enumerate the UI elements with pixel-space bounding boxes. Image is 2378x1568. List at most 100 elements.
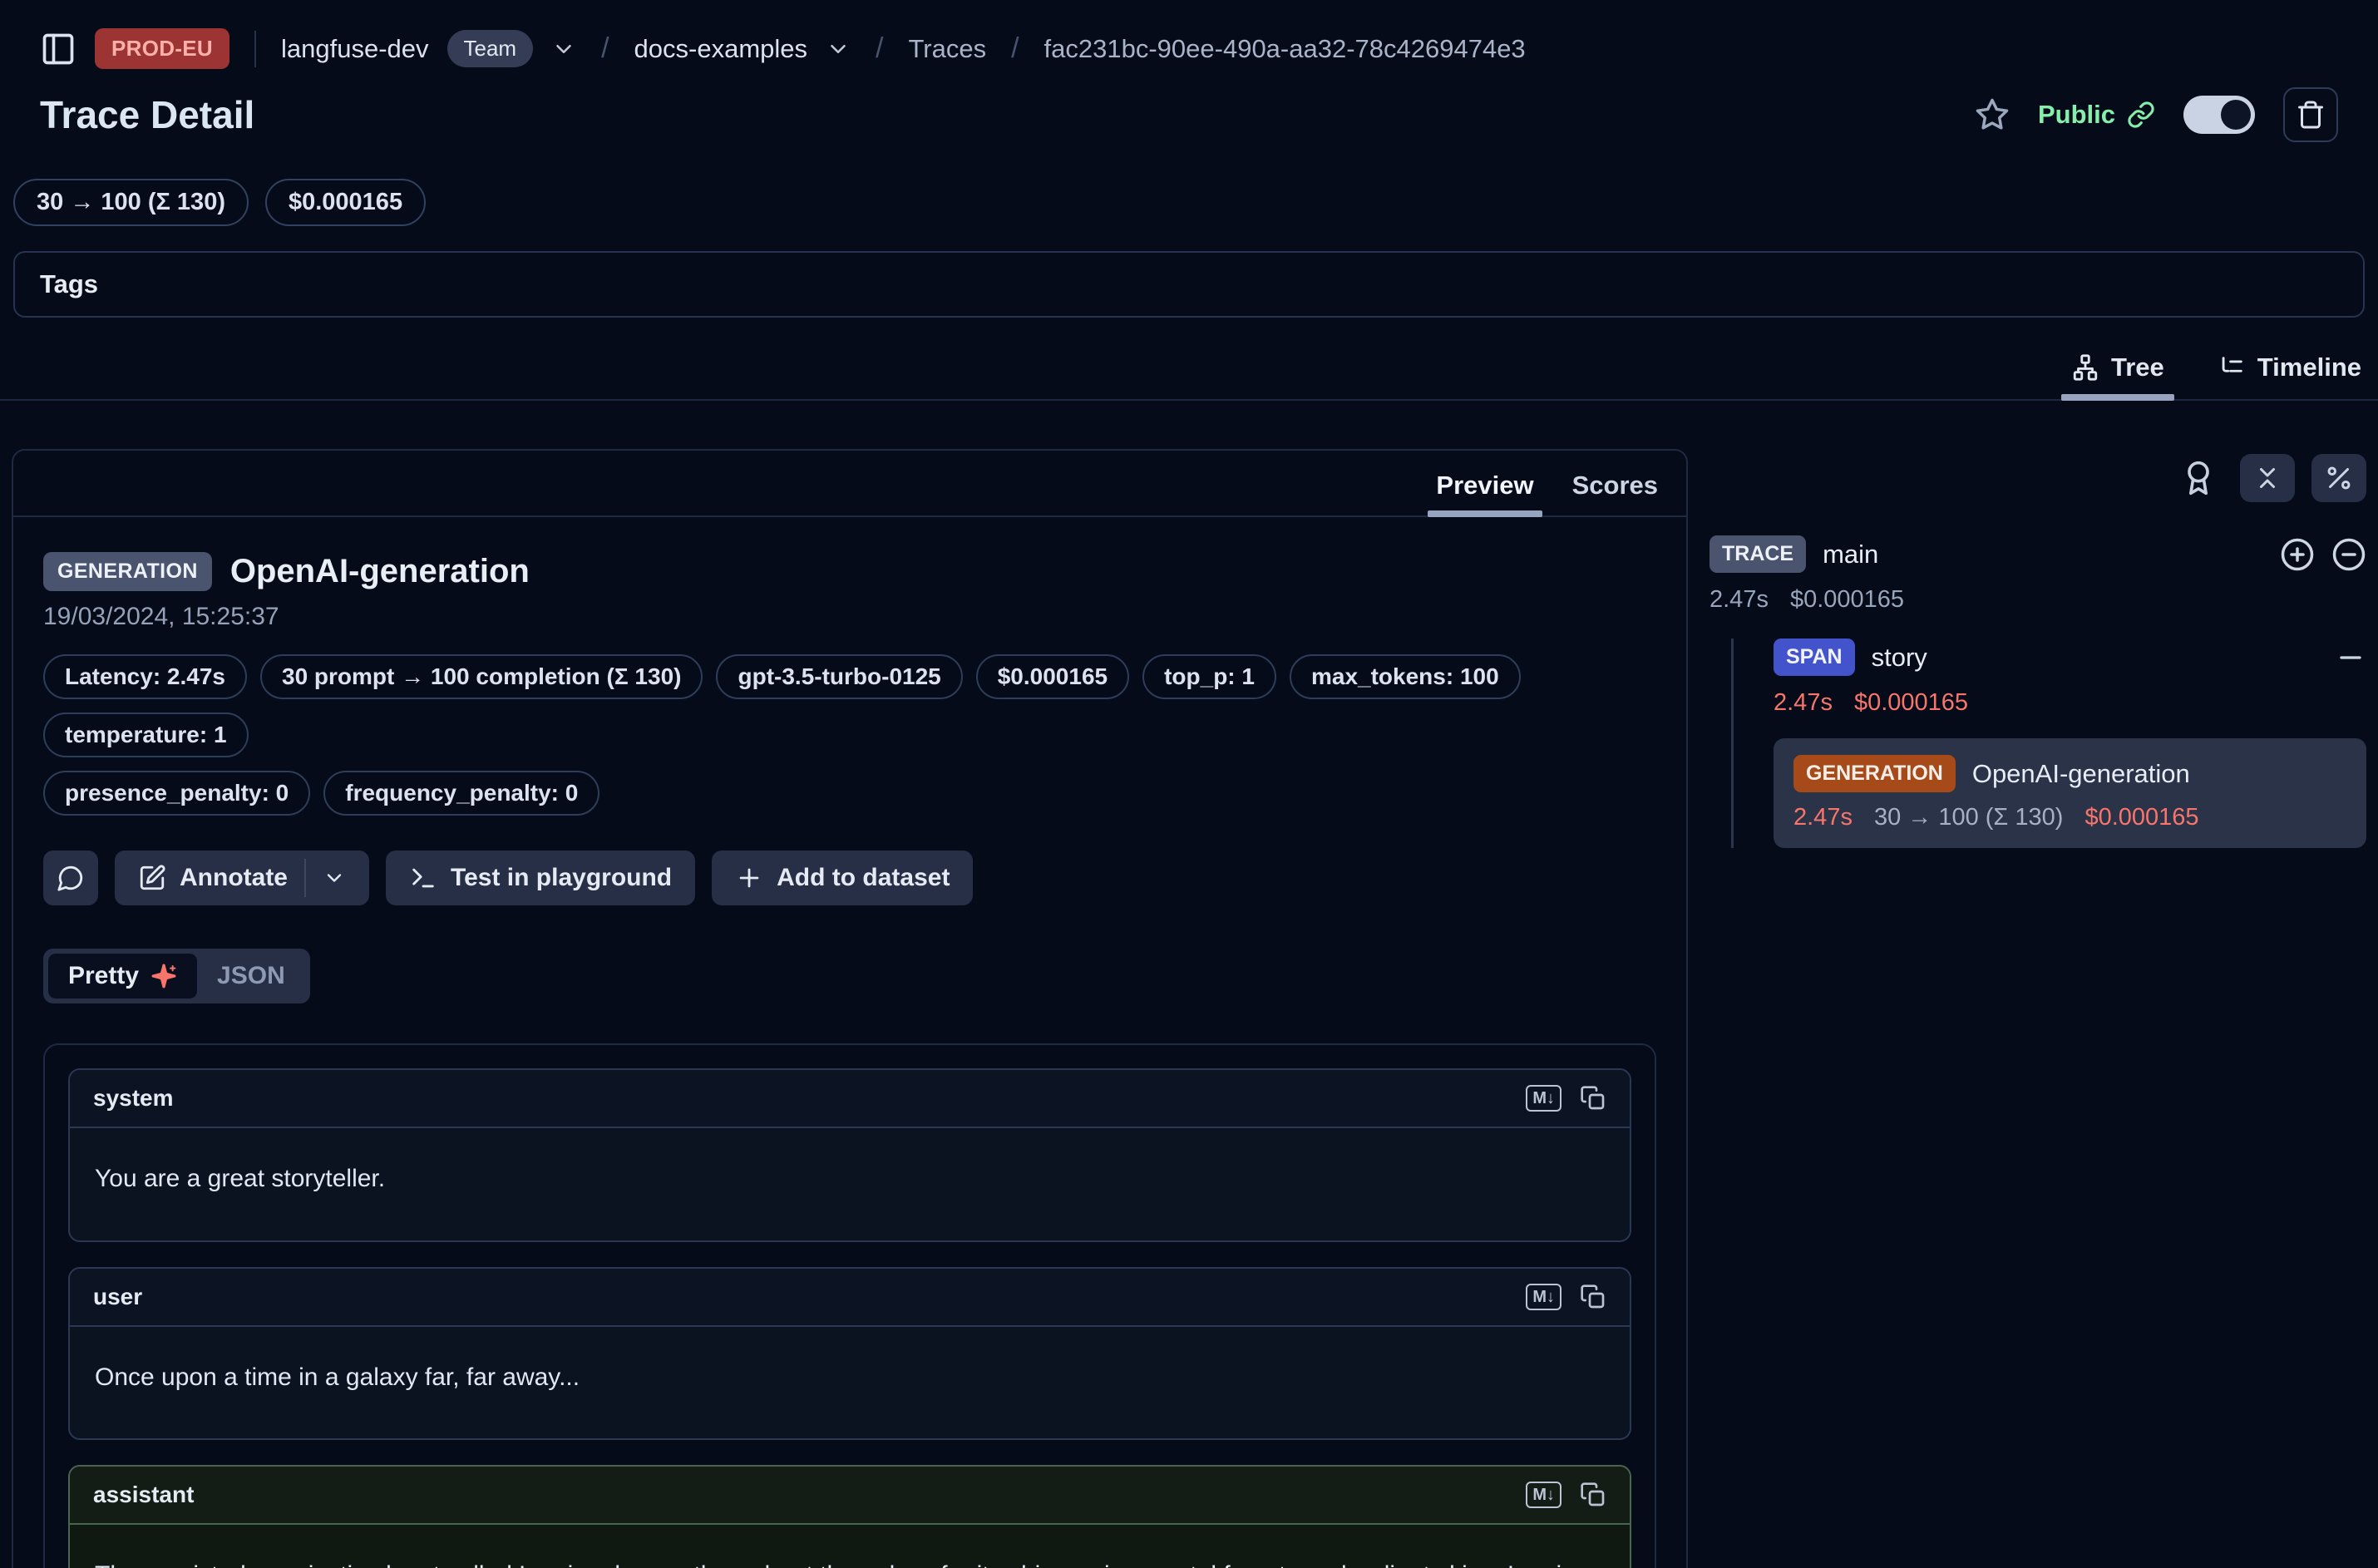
message-content: You are a great storyteller. xyxy=(70,1128,1630,1240)
latency-badge[interactable]: Latency: 2.47s xyxy=(43,654,247,699)
percent-icon xyxy=(2324,463,2354,493)
terminal-icon xyxy=(409,864,437,892)
markdown-toggle-icon[interactable]: M↓ xyxy=(1526,1284,1561,1310)
tree-icon xyxy=(2071,353,2099,382)
breadcrumb: PROD-EU langfuse-dev Team / docs-example… xyxy=(0,0,2378,69)
edit-icon xyxy=(138,864,166,892)
org-plan-badge: Team xyxy=(447,30,534,67)
annotate-button[interactable]: Annotate xyxy=(115,851,369,905)
link-icon[interactable] xyxy=(2127,101,2155,129)
collapse-all-circle-icon[interactable] xyxy=(2331,537,2366,572)
span-node-badge: SPAN xyxy=(1774,639,1855,676)
frequency-penalty-badge[interactable]: frequency_penalty: 0 xyxy=(323,771,599,816)
annotate-label: Annotate xyxy=(180,864,288,892)
assistant-paragraph: There existed a majestic planet called L… xyxy=(95,1556,1605,1568)
org-switcher-chevron-down-icon[interactable] xyxy=(551,37,576,62)
copy-icon[interactable] xyxy=(1580,1085,1606,1112)
collapse-all-button[interactable] xyxy=(2240,454,2295,502)
trace-tree-panel: TRACE main 2.47s $0.000165 SPAN story xyxy=(1709,449,2366,848)
tags-label: Tags xyxy=(40,269,98,298)
message-role: assistant xyxy=(93,1482,194,1508)
max-tokens-badge[interactable]: max_tokens: 100 xyxy=(1290,654,1521,699)
breadcrumb-separator: / xyxy=(1011,32,1019,65)
observation-pills-row2: presence_penalty: 0 frequency_penalty: 0 xyxy=(43,771,1656,816)
message-content: Once upon a time in a galaxy far, far aw… xyxy=(70,1327,1630,1439)
generation-node-selected[interactable]: GENERATION OpenAI-generation 2.47s 30 → … xyxy=(1774,738,2366,848)
page-title: Trace Detail xyxy=(40,92,254,137)
test-in-playground-button[interactable]: Test in playground xyxy=(386,851,695,905)
message-role: user xyxy=(93,1284,142,1310)
span-node-metrics: 2.47s $0.000165 xyxy=(1774,689,2366,717)
tags-section[interactable]: Tags xyxy=(13,251,2365,318)
comment-button[interactable] xyxy=(43,851,98,905)
observation-timestamp: 19/03/2024, 15:25:37 xyxy=(43,603,1656,631)
breadcrumb-project[interactable]: docs-examples xyxy=(634,34,807,64)
toggle-knob xyxy=(2221,100,2251,130)
format-json-segment[interactable]: JSON xyxy=(197,954,305,998)
presence-penalty-badge[interactable]: presence_penalty: 0 xyxy=(43,771,310,816)
format-toggle: Pretty JSON xyxy=(43,949,310,1003)
project-switcher-chevron-down-icon[interactable] xyxy=(826,37,851,62)
tab-timeline-label: Timeline xyxy=(2257,353,2361,382)
message-role: system xyxy=(93,1085,174,1112)
format-pretty-segment[interactable]: Pretty xyxy=(48,954,197,998)
generation-node-metrics: 2.47s 30 → 100 (Σ 130) $0.000165 xyxy=(1793,804,2346,831)
annotate-chevron-down-icon[interactable] xyxy=(323,866,346,890)
message-system: system M↓ You are a great storyteller. xyxy=(68,1068,1631,1242)
award-icon[interactable] xyxy=(2180,460,2217,496)
view-tabs: Tree Timeline xyxy=(0,318,2378,401)
trace-cost: $0.000165 xyxy=(1790,586,1904,614)
delete-trace-button[interactable] xyxy=(2283,87,2338,142)
tab-preview[interactable]: Preview xyxy=(1436,471,1533,515)
markdown-toggle-icon[interactable]: M↓ xyxy=(1526,1085,1561,1112)
breadcrumb-separator: / xyxy=(876,32,883,65)
copy-icon[interactable] xyxy=(1580,1284,1606,1310)
cost-badge[interactable]: $0.000165 xyxy=(976,654,1129,699)
trace-node-badge: TRACE xyxy=(1709,535,1806,573)
panel-tabs: Preview Scores xyxy=(13,451,1686,517)
breadcrumb-org[interactable]: langfuse-dev xyxy=(281,34,429,64)
environment-badge[interactable]: PROD-EU xyxy=(95,28,229,69)
plus-icon xyxy=(735,864,763,892)
add-to-dataset-label: Add to dataset xyxy=(777,864,950,892)
expand-all-icon[interactable] xyxy=(2280,537,2315,572)
playground-label: Test in playground xyxy=(451,864,672,892)
trace-node-name: main xyxy=(1823,540,1878,570)
span-cost: $0.000165 xyxy=(1854,689,1968,717)
fold-vertical-icon xyxy=(2252,463,2282,493)
tab-timeline[interactable]: Timeline xyxy=(2214,353,2365,399)
tab-scores[interactable]: Scores xyxy=(1572,471,1658,515)
observation-type-badge: GENERATION xyxy=(43,552,212,591)
trace-token-usage-badge[interactable]: 30 → 100 (Σ 130) xyxy=(13,179,249,226)
trace-node[interactable]: TRACE main xyxy=(1709,535,2366,573)
messages-container: system M↓ You are a great storyteller. u… xyxy=(43,1043,1656,1568)
markdown-toggle-icon[interactable]: M↓ xyxy=(1526,1482,1561,1508)
span-node-name: story xyxy=(1872,643,1927,673)
observation-pills-row1: Latency: 2.47s 30 prompt → 100 completio… xyxy=(43,654,1656,757)
breadcrumb-traces[interactable]: Traces xyxy=(908,34,986,64)
star-icon[interactable] xyxy=(1975,97,2010,132)
sparkles-icon xyxy=(150,963,177,989)
observation-panel: Preview Scores GENERATION OpenAI-generat… xyxy=(12,449,1688,1568)
temperature-badge[interactable]: temperature: 1 xyxy=(43,713,249,757)
public-toggle[interactable] xyxy=(2183,96,2255,134)
tab-tree[interactable]: Tree xyxy=(2068,353,2168,399)
span-latency: 2.47s xyxy=(1774,689,1833,717)
breadcrumb-trace-id[interactable]: fac231bc-90ee-490a-aa32-78c4269474e3 xyxy=(1044,34,1526,64)
show-percentages-button[interactable] xyxy=(2311,454,2366,502)
token-usage-badge[interactable]: 30 prompt → 100 completion (Σ 130) xyxy=(260,654,703,699)
observation-title: OpenAI-generation xyxy=(230,553,530,590)
span-node[interactable]: SPAN story xyxy=(1774,639,2366,676)
top-p-badge[interactable]: top_p: 1 xyxy=(1142,654,1276,699)
model-badge[interactable]: gpt-3.5-turbo-0125 xyxy=(716,654,962,699)
public-link[interactable]: Public xyxy=(2038,100,2155,130)
sidebar-toggle-icon[interactable] xyxy=(40,31,76,67)
breadcrumb-separator: / xyxy=(601,32,609,65)
public-label: Public xyxy=(2038,100,2115,130)
message-assistant: assistant M↓ There existed a majestic pl… xyxy=(68,1465,1631,1568)
collapse-node-icon[interactable] xyxy=(2335,642,2366,673)
copy-icon[interactable] xyxy=(1580,1482,1606,1508)
timeline-icon xyxy=(2218,353,2246,382)
trace-cost-badge[interactable]: $0.000165 xyxy=(265,179,426,226)
add-to-dataset-button[interactable]: Add to dataset xyxy=(712,851,973,905)
